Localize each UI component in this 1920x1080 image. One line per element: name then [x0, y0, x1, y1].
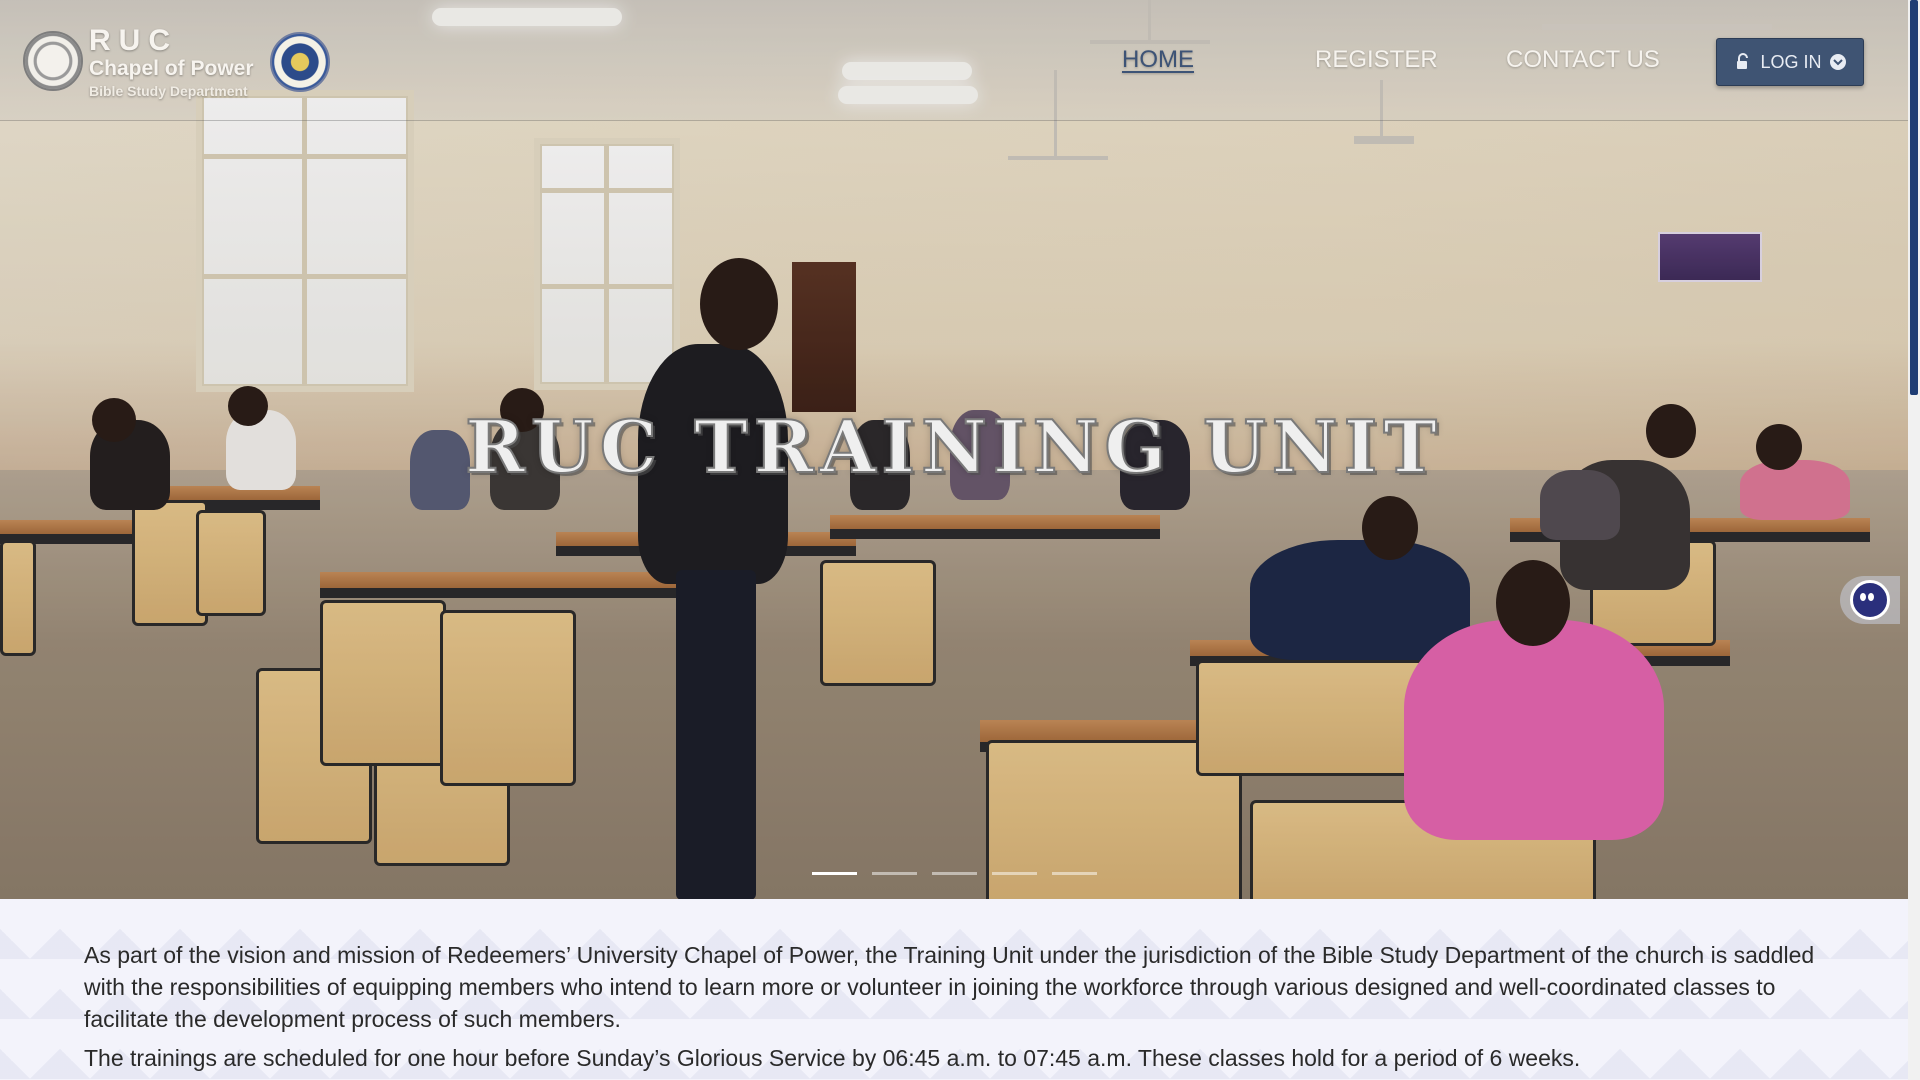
page-scrollbar[interactable] — [1908, 0, 1920, 1080]
hero-carousel[interactable]: RUC TRAINING UNIT — [0, 0, 1908, 899]
brand-short-name: RUC — [89, 24, 178, 57]
login-label: LOG IN — [1760, 51, 1822, 72]
intro-section: As part of the vision and mission of Red… — [0, 899, 1908, 1080]
carousel-indicator-1[interactable] — [812, 872, 857, 875]
carousel-indicator-2[interactable] — [872, 872, 917, 875]
carousel-indicator-4[interactable] — [992, 872, 1037, 875]
brand-department: Bible Study Department — [89, 83, 248, 99]
top-navbar: RUC Chapel of Power Bible Study Departme… — [0, 0, 1908, 121]
university-crest-icon[interactable] — [270, 32, 330, 92]
page: RUC TRAINING UNIT RUC Chapel of Power Bi… — [0, 0, 1920, 1080]
nav-home-link[interactable]: HOME — [1122, 46, 1194, 74]
brand-logo[interactable]: RUC Chapel of Power Bible Study Departme… — [89, 26, 254, 100]
carousel-indicators — [812, 872, 1097, 875]
nav-register-link[interactable]: REGISTER — [1315, 46, 1438, 74]
chat-widget-button[interactable] — [1840, 576, 1900, 624]
lock-icon — [1737, 53, 1749, 69]
intro-paragraph: As part of the vision and mission of Red… — [84, 942, 1815, 1032]
chevron-down-icon — [1829, 54, 1846, 70]
nav-contact-link[interactable]: CONTACT US — [1506, 46, 1660, 74]
carousel-indicator-3[interactable] — [932, 872, 977, 875]
chapel-seal-icon[interactable] — [23, 31, 83, 91]
hero-title: RUC TRAINING UNIT — [464, 403, 1443, 490]
carousel-indicator-5[interactable] — [1052, 872, 1097, 875]
brand-name: Chapel of Power — [89, 57, 254, 80]
login-button[interactable]: LOG IN — [1716, 38, 1864, 86]
schedule-paragraph: The trainings are scheduled for one hour… — [84, 1045, 1581, 1071]
chat-bot-icon — [1850, 580, 1890, 620]
scrollbar-thumb[interactable] — [1910, 0, 1918, 395]
